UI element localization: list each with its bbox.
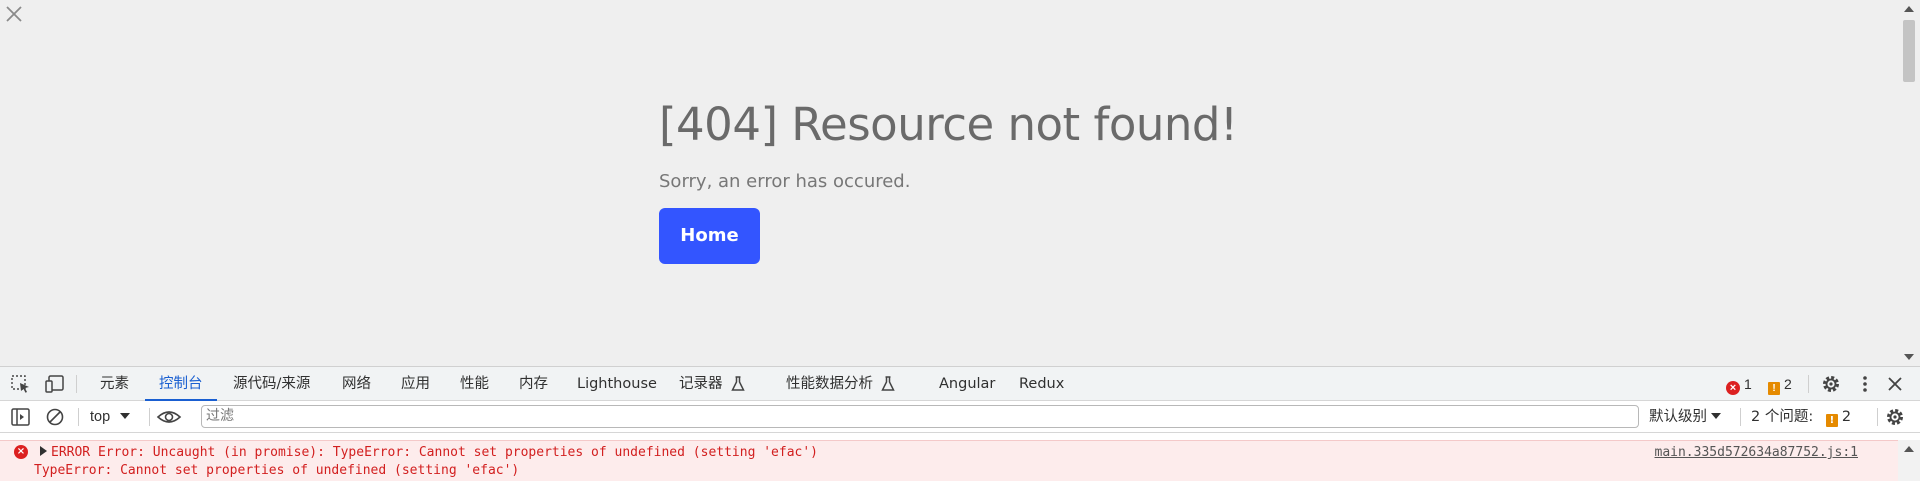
source-link[interactable]: main.335d572634a87752.js:1 <box>1655 445 1859 460</box>
error-message-text: ERROR Error: Uncaught (in promise): Type… <box>51 445 819 460</box>
issues-label: 2 个问题: <box>1751 409 1814 425</box>
scroll-down-icon[interactable] <box>1904 354 1914 360</box>
clear-console-icon[interactable] <box>44 407 66 427</box>
tab-application[interactable]: 应用 <box>401 367 430 401</box>
context-selector[interactable]: top <box>90 406 131 428</box>
page-scrollbar[interactable] <box>1898 0 1920 366</box>
console-toolbar: top 过滤 默认级别 2 个问题: ! 2 <box>0 401 1920 433</box>
flask-icon <box>730 376 745 391</box>
scroll-up-icon[interactable] <box>1904 6 1914 12</box>
log-level-dropdown[interactable]: 默认级别 <box>1649 406 1721 428</box>
warning-count: 2 <box>1784 376 1792 392</box>
close-devtools-icon[interactable] <box>1884 374 1906 394</box>
warning-count-badge[interactable]: ! 2 <box>1768 375 1792 395</box>
scroll-up-icon[interactable] <box>1904 446 1914 452</box>
tab-recorder[interactable]: 记录器 <box>679 367 745 401</box>
warning-flag-icon: ! <box>1825 414 1838 427</box>
tab-performance-insights[interactable]: 性能数据分析 <box>786 367 895 401</box>
inspect-element-icon[interactable] <box>10 374 32 394</box>
error-icon: × <box>1726 381 1740 395</box>
expand-triangle-icon[interactable] <box>40 446 47 456</box>
flask-icon <box>881 376 895 391</box>
tab-lighthouse[interactable]: Lighthouse <box>577 367 657 401</box>
page-subtitle: Sorry, an error has occured. <box>659 171 911 192</box>
devtools-tabbar: 元素 控制台 源代码/来源 网络 应用 性能 内存 Lighthouse 记录器… <box>0 367 1920 401</box>
console-scrollbar[interactable] <box>1898 440 1920 481</box>
sidebar-toggle-icon[interactable] <box>10 407 32 427</box>
eye-icon[interactable] <box>156 407 182 427</box>
tab-redux[interactable]: Redux <box>1019 367 1064 401</box>
tab-performance-insights-label: 性能数据分析 <box>786 376 873 392</box>
tab-memory[interactable]: 内存 <box>519 367 548 401</box>
console-filter-input[interactable]: 过滤 <box>201 405 1639 428</box>
tab-elements[interactable]: 元素 <box>100 367 129 401</box>
close-icon[interactable] <box>4 4 24 24</box>
device-toolbar-icon[interactable] <box>44 374 66 394</box>
gear-icon[interactable] <box>1820 374 1842 394</box>
issues-counter[interactable]: 2 个问题: ! 2 <box>1751 406 1851 428</box>
chevron-down-icon <box>1711 413 1721 419</box>
chevron-down-icon <box>120 413 131 419</box>
error-count: 1 <box>1744 376 1752 392</box>
error-detail-line: TypeError: Cannot set properties of unde… <box>34 463 520 478</box>
devtools-panel: 元素 控制台 源代码/来源 网络 应用 性能 内存 Lighthouse 记录器… <box>0 366 1920 481</box>
console-settings-gear-icon[interactable] <box>1884 407 1906 427</box>
tab-network[interactable]: 网络 <box>342 367 371 401</box>
error-message-line[interactable]: ERROR Error: Uncaught (in promise): Type… <box>40 445 818 460</box>
page-title: [404] Resource not found! <box>659 98 1238 151</box>
tab-angular[interactable]: Angular <box>939 367 995 401</box>
error-count-badge[interactable]: × 1 <box>1726 375 1752 395</box>
more-options-icon[interactable] <box>1854 374 1876 394</box>
tab-console[interactable]: 控制台 <box>145 367 216 401</box>
log-level-label: 默认级别 <box>1649 409 1707 425</box>
tab-performance[interactable]: 性能 <box>460 367 489 401</box>
context-selector-label: top <box>90 409 111 425</box>
console-error-message[interactable]: × ERROR Error: Uncaught (in promise): Ty… <box>0 440 1898 481</box>
scrollbar-thumb[interactable] <box>1903 20 1915 82</box>
warning-flag-icon: ! <box>1768 382 1780 395</box>
error-content: [404] Resource not found! Sorry, an erro… <box>659 98 1238 264</box>
issues-count: 2 <box>1841 409 1852 425</box>
page-viewport: [404] Resource not found! Sorry, an erro… <box>0 0 1920 366</box>
tab-recorder-label: 记录器 <box>679 376 723 392</box>
home-button[interactable]: Home <box>659 208 760 264</box>
error-icon: × <box>14 445 28 459</box>
tab-sources[interactable]: 源代码/来源 <box>233 367 310 401</box>
